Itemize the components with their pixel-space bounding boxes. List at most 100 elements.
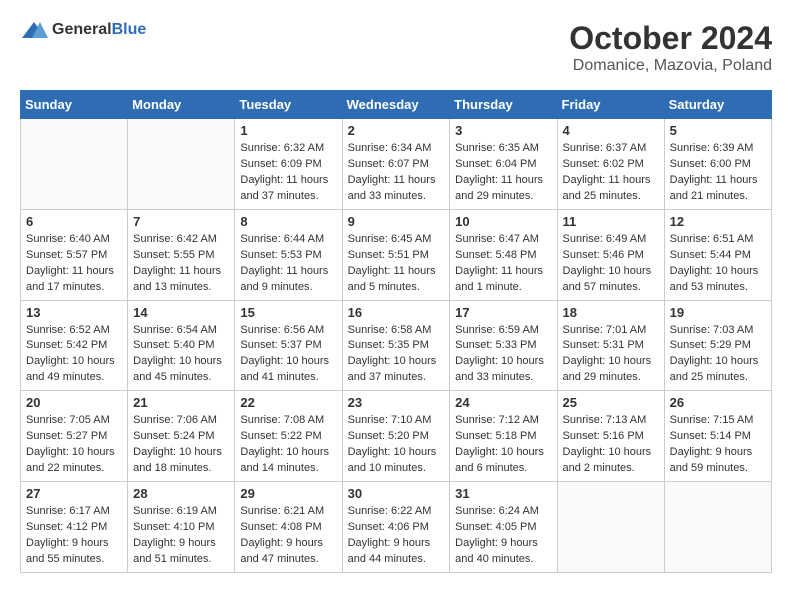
day-number: 11: [563, 214, 659, 229]
day-info: Sunrise: 6:19 AMSunset: 4:10 PMDaylight:…: [133, 504, 229, 568]
day-number: 27: [26, 486, 122, 501]
calendar-cell: 20 Sunrise: 7:05 AMSunset: 5:27 PMDayligh…: [21, 391, 128, 482]
day-number: 7: [133, 214, 229, 229]
calendar-cell: 13 Sunrise: 6:52 AMSunset: 5:42 PMDayligh…: [21, 300, 128, 391]
day-info: Sunrise: 6:42 AMSunset: 5:55 PMDaylight:…: [133, 232, 229, 296]
calendar-cell: 31 Sunrise: 6:24 AMSunset: 4:05 PMDayligh…: [450, 482, 557, 573]
day-info: Sunrise: 6:32 AMSunset: 6:09 PMDaylight:…: [240, 141, 336, 205]
day-number: 25: [563, 395, 659, 410]
calendar-cell: 14 Sunrise: 6:54 AMSunset: 5:40 PMDayligh…: [128, 300, 235, 391]
day-number: 12: [670, 214, 766, 229]
day-info: Sunrise: 6:54 AMSunset: 5:40 PMDaylight:…: [133, 323, 229, 387]
day-info: Sunrise: 6:56 AMSunset: 5:37 PMDaylight:…: [240, 323, 336, 387]
calendar-cell: [664, 482, 771, 573]
calendar-cell: 28 Sunrise: 6:19 AMSunset: 4:10 PMDayligh…: [128, 482, 235, 573]
day-info: Sunrise: 6:34 AMSunset: 6:07 PMDaylight:…: [348, 141, 445, 205]
calendar-cell: 25 Sunrise: 7:13 AMSunset: 5:16 PMDayligh…: [557, 391, 664, 482]
page-header: GeneralBlue October 2024 Domanice, Mazov…: [20, 20, 772, 75]
calendar-cell: 30 Sunrise: 6:22 AMSunset: 4:06 PMDayligh…: [342, 482, 450, 573]
day-number: 31: [455, 486, 551, 501]
calendar-cell: 29 Sunrise: 6:21 AMSunset: 4:08 PMDayligh…: [235, 482, 342, 573]
day-info: Sunrise: 6:51 AMSunset: 5:44 PMDaylight:…: [670, 232, 766, 296]
weekday-header-row: SundayMondayTuesdayWednesdayThursdayFrid…: [21, 91, 772, 119]
day-info: Sunrise: 6:22 AMSunset: 4:06 PMDaylight:…: [348, 504, 445, 568]
weekday-header-wednesday: Wednesday: [342, 91, 450, 119]
day-number: 19: [670, 305, 766, 320]
day-info: Sunrise: 7:05 AMSunset: 5:27 PMDaylight:…: [26, 413, 122, 477]
day-number: 20: [26, 395, 122, 410]
day-info: Sunrise: 6:37 AMSunset: 6:02 PMDaylight:…: [563, 141, 659, 205]
day-info: Sunrise: 7:10 AMSunset: 5:20 PMDaylight:…: [348, 413, 445, 477]
day-number: 23: [348, 395, 445, 410]
day-info: Sunrise: 6:44 AMSunset: 5:53 PMDaylight:…: [240, 232, 336, 296]
calendar-cell: 11 Sunrise: 6:49 AMSunset: 5:46 PMDayligh…: [557, 209, 664, 300]
location-title: Domanice, Mazovia, Poland: [569, 57, 772, 75]
day-number: 30: [348, 486, 445, 501]
calendar-cell: 18Sunrise: 7:01 AMSunset: 5:31 PMDayligh…: [557, 300, 664, 391]
day-info: Sunrise: 6:45 AMSunset: 5:51 PMDaylight:…: [348, 232, 445, 296]
calendar-cell: 4 Sunrise: 6:37 AMSunset: 6:02 PMDaylight…: [557, 119, 664, 210]
weekday-header-monday: Monday: [128, 91, 235, 119]
calendar-cell: 15Sunrise: 6:56 AMSunset: 5:37 PMDayligh…: [235, 300, 342, 391]
calendar-cell: 2 Sunrise: 6:34 AMSunset: 6:07 PMDaylight…: [342, 119, 450, 210]
day-info: Sunrise: 6:39 AMSunset: 6:00 PMDaylight:…: [670, 141, 766, 205]
calendar-cell: 5Sunrise: 6:39 AMSunset: 6:00 PMDaylight…: [664, 119, 771, 210]
calendar-cell: 24Sunrise: 7:12 AMSunset: 5:18 PMDayligh…: [450, 391, 557, 482]
day-info: Sunrise: 6:47 AMSunset: 5:48 PMDaylight:…: [455, 232, 551, 296]
day-info: Sunrise: 6:52 AMSunset: 5:42 PMDaylight:…: [26, 323, 122, 387]
calendar-cell: 10 Sunrise: 6:47 AMSunset: 5:48 PMDayligh…: [450, 209, 557, 300]
calendar-cell: 17Sunrise: 6:59 AMSunset: 5:33 PMDayligh…: [450, 300, 557, 391]
calendar-cell: 21Sunrise: 7:06 AMSunset: 5:24 PMDayligh…: [128, 391, 235, 482]
day-number: 3: [455, 123, 551, 138]
calendar-cell: 6 Sunrise: 6:40 AMSunset: 5:57 PMDaylight…: [21, 209, 128, 300]
day-info: Sunrise: 6:21 AMSunset: 4:08 PMDaylight:…: [240, 504, 336, 568]
day-number: 29: [240, 486, 336, 501]
day-number: 4: [563, 123, 659, 138]
day-info: Sunrise: 7:08 AMSunset: 5:22 PMDaylight:…: [240, 413, 336, 477]
day-info: Sunrise: 6:24 AMSunset: 4:05 PMDaylight:…: [455, 504, 551, 568]
calendar-cell: 8 Sunrise: 6:44 AMSunset: 5:53 PMDaylight…: [235, 209, 342, 300]
day-number: 24: [455, 395, 551, 410]
calendar-cell: 16Sunrise: 6:58 AMSunset: 5:35 PMDayligh…: [342, 300, 450, 391]
logo: GeneralBlue: [20, 20, 146, 40]
logo-blue: Blue: [112, 21, 147, 38]
title-section: October 2024 Domanice, Mazovia, Poland: [569, 20, 772, 75]
calendar-cell: 9 Sunrise: 6:45 AMSunset: 5:51 PMDaylight…: [342, 209, 450, 300]
day-info: Sunrise: 7:01 AMSunset: 5:31 PMDaylight:…: [563, 323, 659, 387]
day-info: Sunrise: 7:06 AMSunset: 5:24 PMDaylight:…: [133, 413, 229, 477]
day-info: Sunrise: 7:13 AMSunset: 5:16 PMDaylight:…: [563, 413, 659, 477]
logo-general: General: [52, 21, 112, 38]
calendar-week-row: 1 Sunrise: 6:32 AMSunset: 6:09 PMDaylight…: [21, 119, 772, 210]
day-number: 1: [240, 123, 336, 138]
day-info: Sunrise: 6:40 AMSunset: 5:57 PMDaylight:…: [26, 232, 122, 296]
calendar-cell: 22 Sunrise: 7:08 AMSunset: 5:22 PMDayligh…: [235, 391, 342, 482]
day-number: 17: [455, 305, 551, 320]
weekday-header-tuesday: Tuesday: [235, 91, 342, 119]
day-number: 26: [670, 395, 766, 410]
weekday-header-sunday: Sunday: [21, 91, 128, 119]
day-number: 13: [26, 305, 122, 320]
month-title: October 2024: [569, 20, 772, 57]
day-info: Sunrise: 6:58 AMSunset: 5:35 PMDaylight:…: [348, 323, 445, 387]
day-number: 28: [133, 486, 229, 501]
calendar-cell: 3 Sunrise: 6:35 AMSunset: 6:04 PMDaylight…: [450, 119, 557, 210]
calendar-cell: 7 Sunrise: 6:42 AMSunset: 5:55 PMDaylight…: [128, 209, 235, 300]
day-number: 8: [240, 214, 336, 229]
day-number: 2: [348, 123, 445, 138]
calendar-week-row: 20 Sunrise: 7:05 AMSunset: 5:27 PMDayligh…: [21, 391, 772, 482]
weekday-header-saturday: Saturday: [664, 91, 771, 119]
day-info: Sunrise: 7:15 AMSunset: 5:14 PMDaylight:…: [670, 413, 766, 477]
day-info: Sunrise: 6:35 AMSunset: 6:04 PMDaylight:…: [455, 141, 551, 205]
calendar-cell: [128, 119, 235, 210]
calendar-week-row: 13 Sunrise: 6:52 AMSunset: 5:42 PMDayligh…: [21, 300, 772, 391]
calendar-table: SundayMondayTuesdayWednesdayThursdayFrid…: [20, 90, 772, 573]
day-number: 9: [348, 214, 445, 229]
day-number: 14: [133, 305, 229, 320]
day-number: 6: [26, 214, 122, 229]
day-info: Sunrise: 6:49 AMSunset: 5:46 PMDaylight:…: [563, 232, 659, 296]
day-number: 10: [455, 214, 551, 229]
calendar-cell: 27Sunrise: 6:17 AMSunset: 4:12 PMDayligh…: [21, 482, 128, 573]
calendar-week-row: 6 Sunrise: 6:40 AMSunset: 5:57 PMDaylight…: [21, 209, 772, 300]
calendar-cell: 26 Sunrise: 7:15 AMSunset: 5:14 PMDayligh…: [664, 391, 771, 482]
day-number: 22: [240, 395, 336, 410]
